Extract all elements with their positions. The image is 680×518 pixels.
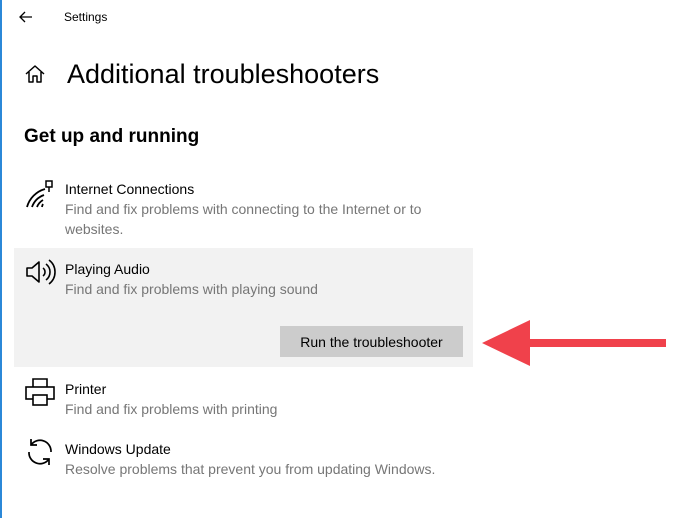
item-name: Playing Audio [65, 261, 150, 277]
section-title: Get up and running [24, 126, 200, 147]
window-border [0, 0, 2, 518]
annotation-arrow-icon [482, 320, 666, 366]
item-name: Internet Connections [65, 181, 195, 197]
back-arrow-icon [19, 11, 32, 23]
troubleshooter-playing-audio[interactable]: Playing Audio Find and fix problems with… [14, 248, 473, 367]
title-bar: Settings [2, 0, 680, 34]
item-name: Windows Update [65, 441, 171, 457]
item-description: Find and fix problems with connecting to… [65, 201, 422, 237]
printer-icon [25, 378, 55, 406]
troubleshooter-printer[interactable]: Printer Find and fix problems with print… [14, 370, 473, 426]
sync-icon [28, 439, 52, 465]
home-button[interactable] [24, 63, 46, 85]
wifi-icon [26, 180, 53, 208]
speaker-icon [26, 259, 56, 285]
run-troubleshooter-button[interactable]: Run the troubleshooter [280, 326, 463, 357]
item-description: Resolve problems that prevent you from u… [65, 461, 436, 477]
item-name: Printer [65, 381, 107, 397]
item-description: Find and fix problems with playing sound [65, 281, 318, 297]
window-title: Settings [64, 10, 108, 24]
troubleshooter-internet-connections[interactable]: Internet Connections Find and fix proble… [14, 168, 473, 246]
troubleshooter-windows-update[interactable]: Windows Update Resolve problems that pre… [14, 430, 473, 510]
home-icon [25, 65, 45, 83]
page-title: Additional troubleshooters [67, 59, 380, 89]
item-description: Find and fix problems with printing [65, 401, 278, 417]
back-button[interactable] [14, 5, 38, 29]
